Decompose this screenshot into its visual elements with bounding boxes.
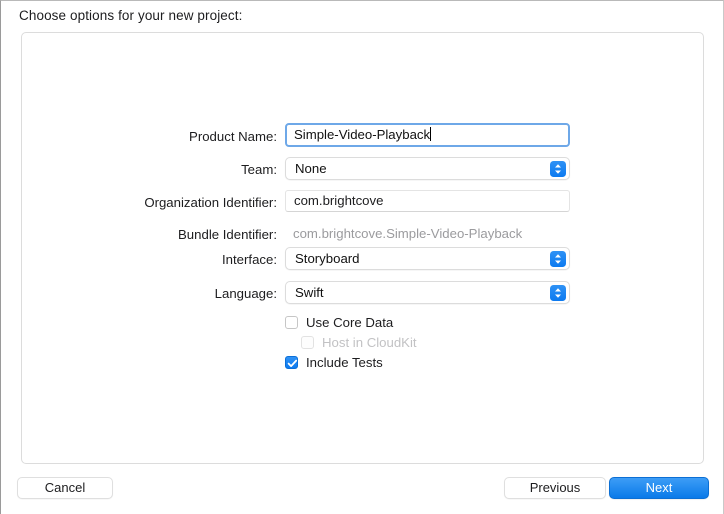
interface-label: Interface: [222, 252, 277, 267]
interface-popup-button[interactable]: Storyboard [285, 247, 570, 270]
language-popup-button[interactable]: Swift [285, 281, 570, 304]
next-button[interactable]: Next [609, 477, 709, 499]
form-row-language: Language: Swift [22, 281, 705, 307]
options-panel: Product Name: Simple-Video-Playback Team: N… [21, 32, 704, 464]
checkbox-row-host-in-cloudkit: Host in CloudKit [301, 334, 417, 354]
bundle-identifier-value: com.brightcove.Simple-Video-Playback [293, 226, 523, 241]
host-in-cloudkit-checkbox [301, 336, 314, 349]
organization-identifier-input[interactable]: com.brightcove [285, 190, 570, 212]
page-title: Choose options for your new project: [19, 8, 243, 23]
form-row-product-name: Product Name: Simple-Video-Playback [22, 123, 705, 150]
product-name-input[interactable]: Simple-Video-Playback [285, 123, 570, 147]
interface-value: Storyboard [295, 251, 360, 266]
chevron-updown-icon[interactable] [550, 284, 566, 301]
chevron-updown-icon[interactable] [550, 250, 566, 267]
form-row-organization-identifier: Organization Identifier: com.brightcove [22, 190, 705, 216]
previous-button[interactable]: Previous [504, 477, 606, 499]
bundle-identifier-label: Bundle Identifier: [178, 227, 277, 242]
team-popup-button[interactable]: None [285, 157, 570, 180]
checkbox-row-include-tests[interactable]: Include Tests [285, 354, 383, 374]
chevron-updown-icon[interactable] [550, 160, 566, 177]
language-value: Swift [295, 285, 324, 300]
team-value: None [295, 161, 327, 176]
form-row-bundle-identifier: Bundle Identifier: com.brightcove.Simple-… [22, 222, 705, 248]
include-tests-checkbox[interactable] [285, 356, 298, 369]
organization-identifier-label: Organization Identifier: [144, 195, 277, 210]
use-core-data-label: Use Core Data [306, 315, 394, 330]
organization-identifier-value: com.brightcove [294, 193, 384, 208]
text-cursor [430, 127, 432, 141]
form-row-team: Team: None [22, 157, 705, 183]
product-name-value: Simple-Video-Playback [294, 127, 432, 142]
use-core-data-checkbox[interactable] [285, 316, 298, 329]
language-label: Language: [214, 286, 277, 301]
checkbox-row-use-core-data[interactable]: Use Core Data [285, 314, 393, 334]
team-label: Team: [241, 162, 277, 177]
include-tests-label: Include Tests [306, 355, 383, 370]
host-in-cloudkit-label: Host in CloudKit [322, 335, 417, 350]
product-name-label: Product Name: [189, 129, 277, 144]
cancel-button[interactable]: Cancel [17, 477, 113, 499]
project-options-window: Choose options for your new project: Pro… [0, 0, 724, 514]
form-row-interface: Interface: Storyboard [22, 247, 705, 273]
